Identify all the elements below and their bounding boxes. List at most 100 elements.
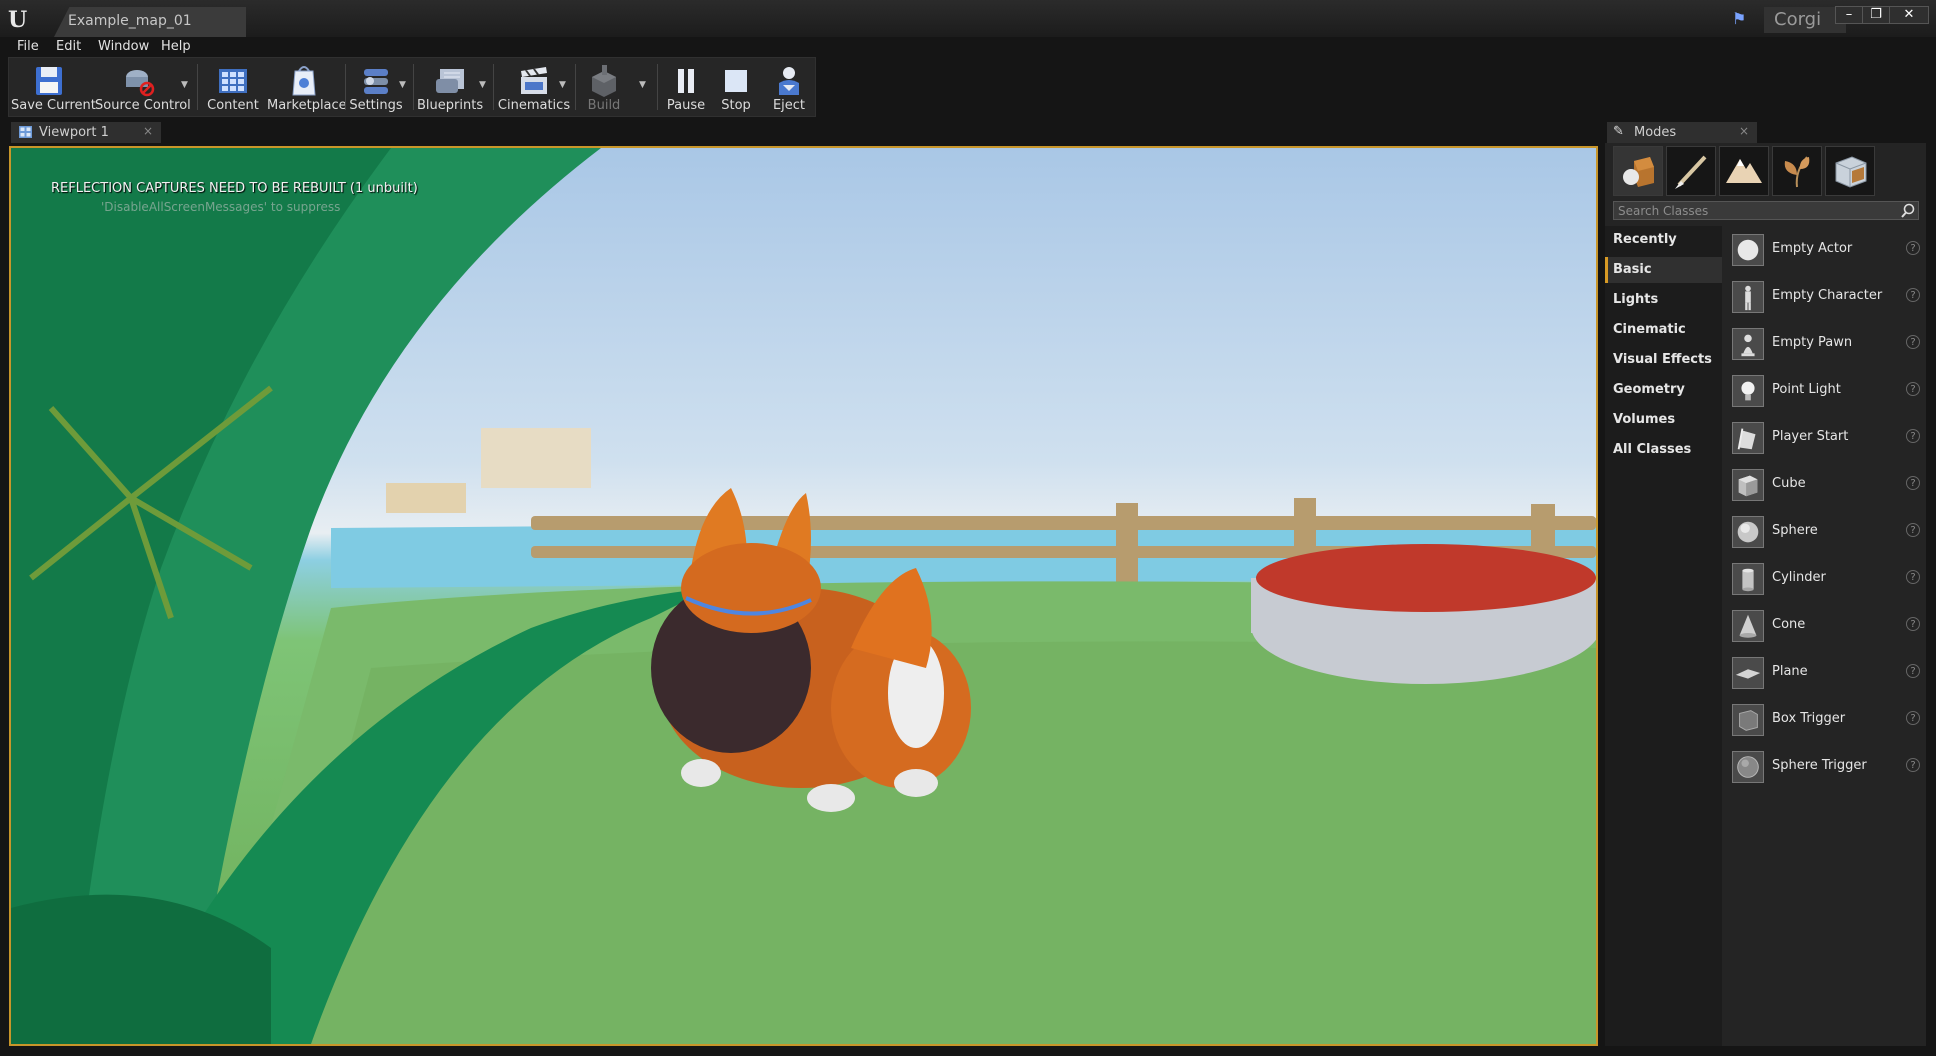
help-icon[interactable]: ? (1906, 382, 1920, 396)
search-classes-field[interactable] (1613, 201, 1919, 220)
category-all-classes[interactable]: All Classes (1605, 437, 1722, 463)
blueprints-button[interactable]: Blueprints (417, 58, 483, 116)
help-icon[interactable]: ? (1906, 476, 1920, 490)
list-item[interactable]: Cone? (1722, 607, 1926, 645)
place-mode-button[interactable] (1613, 146, 1663, 196)
empty-pawn-icon (1732, 328, 1764, 360)
menu-file[interactable]: File (17, 37, 39, 57)
category-cinematic[interactable]: Cinematic (1605, 317, 1722, 343)
eject-button[interactable]: Eject (765, 58, 813, 116)
list-item[interactable]: Empty Actor? (1722, 231, 1926, 269)
foliage-mode-button[interactable] (1772, 146, 1822, 196)
geometry-mode-icon (1835, 156, 1867, 188)
help-icon[interactable]: ? (1906, 664, 1920, 678)
help-icon[interactable]: ? (1906, 523, 1920, 537)
help-icon[interactable]: ? (1906, 570, 1920, 584)
minimize-button[interactable]: – (1835, 6, 1863, 24)
viewport-tab[interactable]: Viewport 1 × (11, 122, 161, 143)
sphere-icon (1732, 516, 1764, 548)
restore-button[interactable]: ❐ (1862, 6, 1890, 24)
content-button[interactable]: Content (203, 58, 263, 116)
geometry-mode-button[interactable] (1825, 146, 1875, 196)
list-item[interactable]: Sphere? (1722, 513, 1926, 551)
paint-mode-button[interactable] (1666, 146, 1716, 196)
close-icon[interactable]: × (143, 124, 153, 138)
save-current-button[interactable]: Save Current (11, 58, 96, 116)
menu-window[interactable]: Window (98, 37, 149, 57)
stop-icon (725, 70, 747, 92)
viewport-grid-icon (19, 126, 32, 138)
document-tab[interactable]: Example_map_01 (54, 7, 246, 37)
list-item[interactable]: Plane? (1722, 654, 1926, 692)
category-recently-placed[interactable]: Recently Placed (1605, 227, 1722, 273)
settings-icon (364, 69, 388, 94)
category-basic[interactable]: Basic (1605, 257, 1722, 283)
cylinder-icon (1732, 563, 1764, 595)
category-volumes[interactable]: Volumes (1605, 407, 1722, 433)
settings-button[interactable]: Settings (349, 58, 403, 116)
marketplace-icon (292, 66, 316, 96)
stop-button[interactable]: Stop (713, 58, 759, 116)
close-icon[interactable]: × (1739, 124, 1749, 138)
point-light-icon (1732, 375, 1764, 407)
list-item[interactable]: Box Trigger? (1722, 701, 1926, 739)
cone-icon (1732, 610, 1764, 642)
list-item[interactable]: Empty Character? (1722, 278, 1926, 316)
marketplace-button[interactable]: Marketplace (267, 58, 347, 116)
level-viewport[interactable]: REFLECTION CAPTURES NEED TO BE REBUILT (… (9, 146, 1598, 1046)
help-icon[interactable]: ? (1906, 288, 1920, 302)
category-geometry[interactable]: Geometry (1605, 377, 1722, 403)
landscape-mode-button[interactable] (1719, 146, 1769, 196)
plane-icon (1732, 657, 1764, 689)
paint-mode-icon (1675, 155, 1707, 189)
list-item[interactable]: Player Start? (1722, 419, 1926, 457)
help-icon[interactable]: ? (1906, 711, 1920, 725)
source-control-dropdown-icon[interactable]: ▼ (181, 80, 191, 92)
search-icon[interactable] (1901, 203, 1915, 218)
pause-button[interactable]: Pause (661, 58, 711, 116)
cinematics-dropdown-icon[interactable]: ▼ (559, 80, 569, 92)
menu-bar: File Edit Window Help (0, 37, 1936, 57)
title-bar: U Example_map_01 ⚑ Corgi – ❐ ✕ (0, 0, 1936, 38)
toolbar: Save Current Source Control ▼ Content Ma… (8, 57, 816, 117)
bookmark-icon[interactable]: ⚑ (1732, 9, 1752, 29)
menu-edit[interactable]: Edit (56, 37, 81, 57)
empty-character-icon (1732, 281, 1764, 313)
help-icon[interactable]: ? (1906, 758, 1920, 772)
list-item[interactable]: Empty Pawn? (1722, 325, 1926, 363)
list-item[interactable]: Point Light? (1722, 372, 1926, 410)
help-icon[interactable]: ? (1906, 617, 1920, 631)
category-list: Recently Placed Basic Lights Cinematic V… (1605, 226, 1722, 1046)
window-edge (1926, 143, 1936, 1046)
modes-tab[interactable]: ✎ Modes × (1607, 122, 1757, 143)
toolbar-separator (413, 64, 414, 110)
modes-tab-label: Modes (1634, 125, 1677, 140)
list-item[interactable]: Sphere Trigger? (1722, 748, 1926, 786)
menu-help[interactable]: Help (161, 37, 191, 57)
document-tab-label: Example_map_01 (68, 13, 192, 29)
cinematics-icon (521, 67, 547, 94)
viewport-tab-label: Viewport 1 (39, 125, 109, 140)
close-button[interactable]: ✕ (1889, 6, 1929, 24)
build-dropdown-icon[interactable]: ▼ (639, 80, 649, 92)
toolbar-separator (657, 64, 658, 110)
help-icon[interactable]: ? (1906, 241, 1920, 255)
toolbar-separator (345, 64, 346, 110)
modes-panel: Recently Placed Basic Lights Cinematic V… (1605, 143, 1926, 1046)
list-item[interactable]: Cube? (1722, 466, 1926, 504)
place-mode-icon (1623, 157, 1654, 187)
category-visual-effects[interactable]: Visual Effects (1605, 347, 1722, 373)
build-icon (592, 65, 616, 97)
source-control-button[interactable]: Source Control (95, 58, 191, 116)
help-icon[interactable]: ? (1906, 335, 1920, 349)
project-name: Corgi (1764, 7, 1846, 33)
settings-dropdown-icon[interactable]: ▼ (399, 80, 409, 92)
list-item[interactable]: Cylinder? (1722, 560, 1926, 598)
blueprints-dropdown-icon[interactable]: ▼ (479, 80, 489, 92)
category-lights[interactable]: Lights (1605, 287, 1722, 313)
help-icon[interactable]: ? (1906, 429, 1920, 443)
search-input[interactable] (1618, 202, 1898, 219)
build-button[interactable]: Build (579, 58, 629, 116)
eject-icon (779, 67, 799, 95)
distant-building (481, 428, 591, 488)
